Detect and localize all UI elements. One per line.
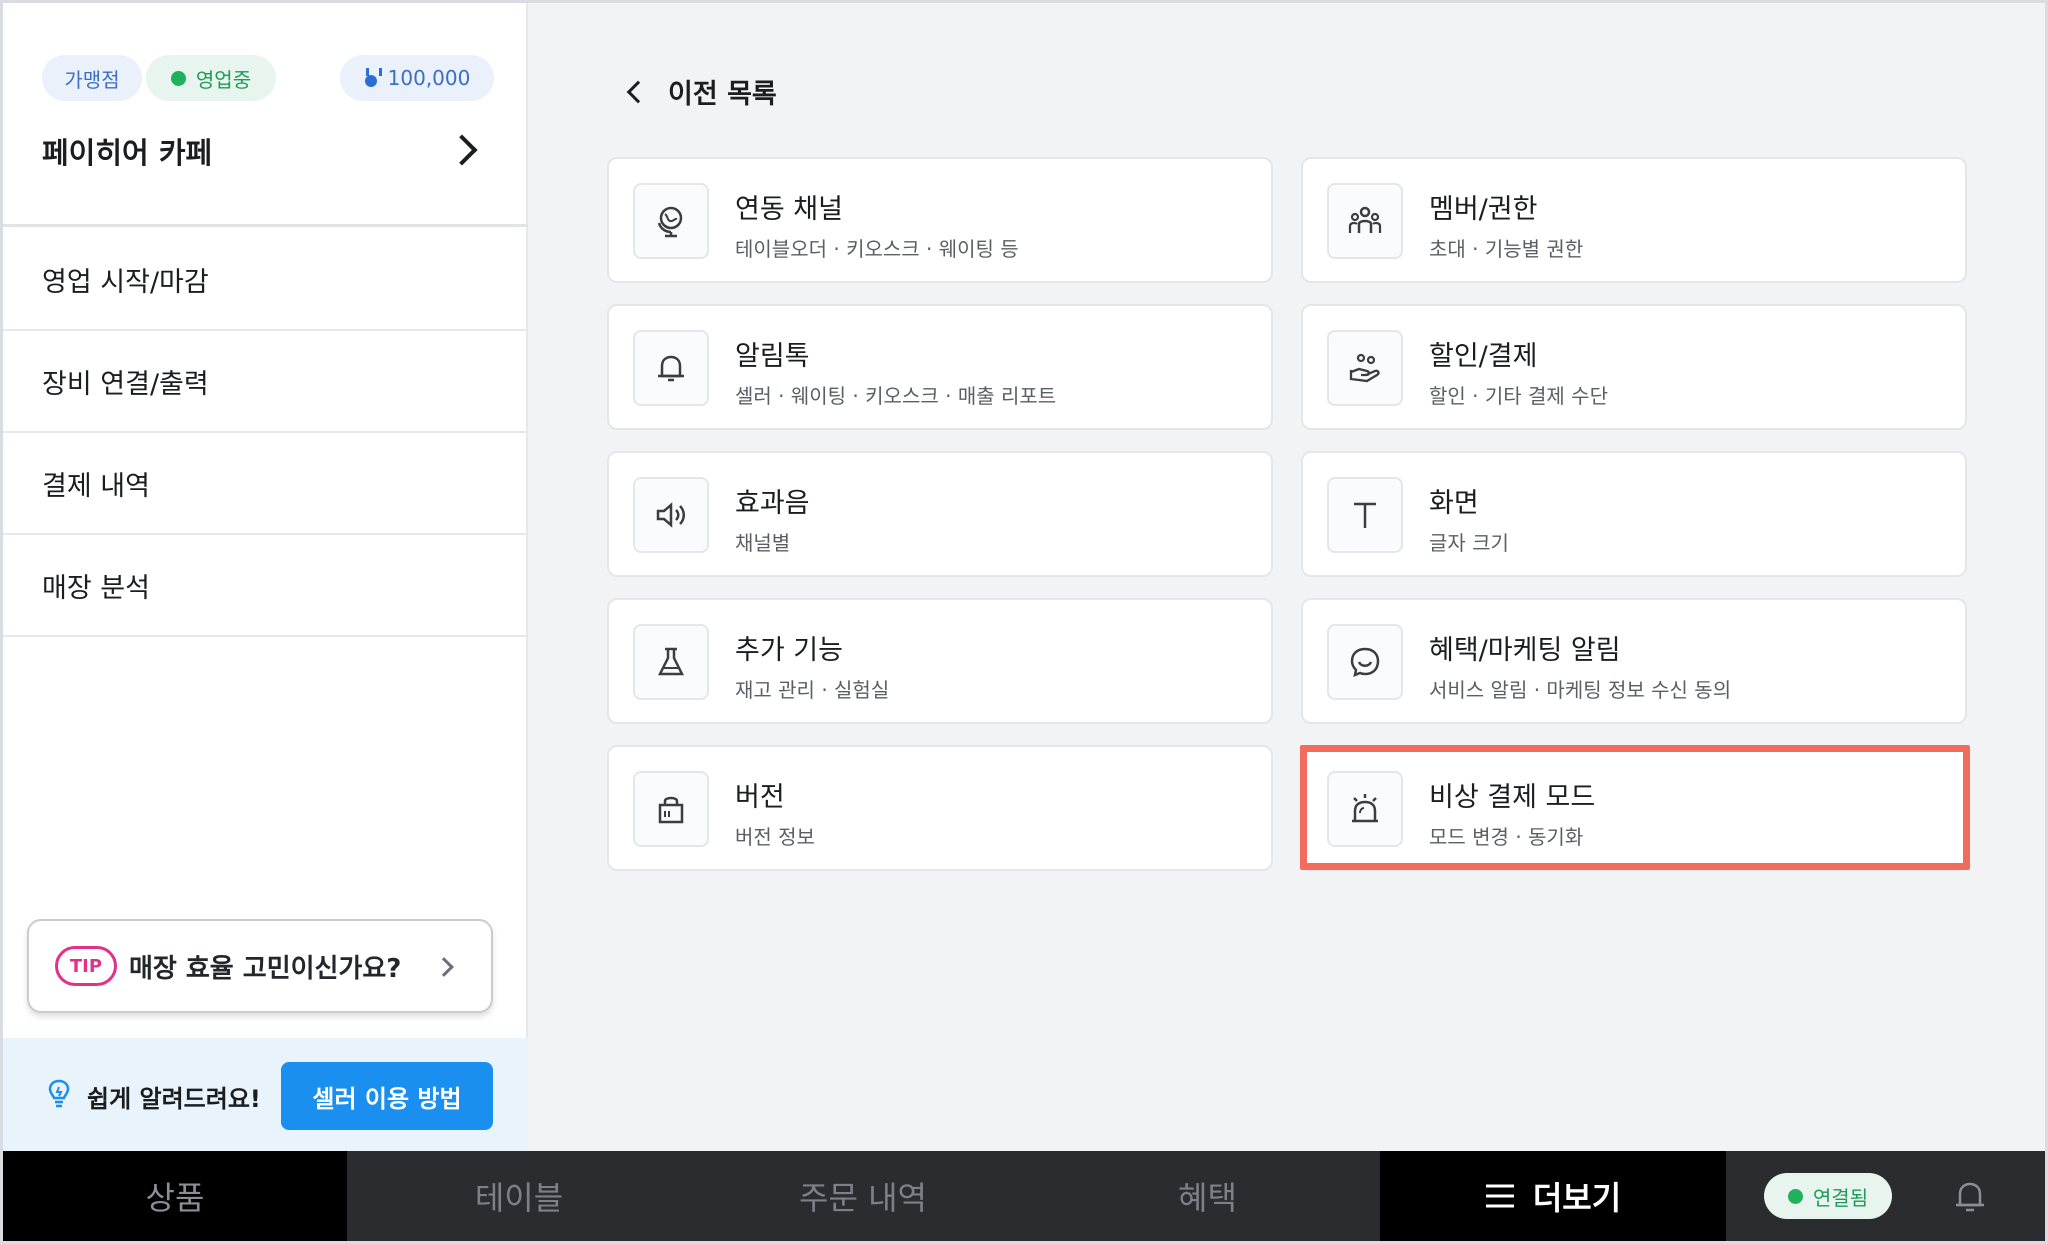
- bottom-nav: 상품 테이블 주문 내역 혜택 더보기 연결됨: [3, 1151, 2045, 1241]
- chat-smile-icon: [1327, 624, 1403, 700]
- chevron-left-icon: [626, 80, 650, 103]
- tab-benefits[interactable]: 혜택: [1035, 1151, 1380, 1241]
- card-subtitle: 모드 변경 · 동기화: [1429, 825, 1584, 849]
- card-subtitle: 셀러 · 웨이팅 · 키오스크 · 매출 리포트: [735, 384, 1057, 408]
- status-badge: 영업중: [146, 55, 276, 101]
- card-subtitle: 채널별: [735, 531, 791, 555]
- members-icon: [1327, 183, 1403, 259]
- menu-icon: [1485, 1184, 1514, 1208]
- card-version[interactable]: 버전 버전 정보: [607, 745, 1273, 871]
- bell-icon[interactable]: [1952, 1177, 1988, 1215]
- card-marketing-notifications[interactable]: 혜택/마케팅 알림 서비스 알림 · 마케팅 정보 수신 동의: [1301, 598, 1967, 724]
- status-dot-icon: [170, 70, 186, 86]
- help-text: 쉽게 알려드려요!: [87, 1085, 261, 1113]
- card-title: 혜택/마케팅 알림: [1429, 635, 1621, 666]
- globe-icon: [633, 183, 709, 259]
- card-extra-features[interactable]: 추가 기능 재고 관리 · 실험실: [607, 598, 1273, 724]
- tab-products[interactable]: 상품: [3, 1151, 347, 1241]
- card-linked-channels[interactable]: 연동 채널 테이블오더 · 키오스크 · 웨이팅 등: [607, 157, 1273, 283]
- chevron-right-icon[interactable]: [446, 134, 478, 166]
- franchise-badge: 가맹점: [42, 55, 142, 101]
- card-title: 비상 결제 모드: [1429, 782, 1596, 813]
- points-value: 100,000: [387, 66, 471, 90]
- tip-text: 매장 효율 고민이신가요?: [129, 953, 402, 984]
- bell-icon: [633, 330, 709, 406]
- card-subtitle: 할인 · 기타 결제 수단: [1429, 384, 1608, 408]
- card-subtitle: 서비스 알림 · 마케팅 정보 수신 동의: [1429, 678, 1732, 702]
- flask-icon: [633, 624, 709, 700]
- speaker-icon: [633, 477, 709, 553]
- chevron-right-icon: [434, 957, 454, 977]
- card-members-permissions[interactable]: 멤버/권한 초대 · 기능별 권한: [1301, 157, 1967, 283]
- store-header[interactable]: 가맹점 영업중 100,000 페이히어 카페: [3, 3, 528, 227]
- medal-icon: [364, 68, 382, 88]
- card-emergency-payment-mode[interactable]: 비상 결제 모드 모드 변경 · 동기화: [1301, 745, 1967, 871]
- text-size-icon: [1327, 477, 1403, 553]
- back-link[interactable]: 이전 목록: [626, 72, 777, 111]
- card-title: 추가 기능: [735, 635, 843, 666]
- card-subtitle: 버전 정보: [735, 825, 815, 849]
- points-badge[interactable]: 100,000: [340, 55, 494, 101]
- tip-badge: TIP: [55, 946, 117, 986]
- tab-tables[interactable]: 테이블: [347, 1151, 691, 1241]
- tab-orders[interactable]: 주문 내역: [691, 1151, 1035, 1241]
- discount-hand-icon: [1327, 330, 1403, 406]
- card-subtitle: 글자 크기: [1429, 531, 1509, 555]
- nav-status-area: 연결됨: [1726, 1151, 2045, 1241]
- card-discount-payment[interactable]: 할인/결제 할인 · 기타 결제 수단: [1301, 304, 1967, 430]
- card-subtitle: 초대 · 기능별 권한: [1429, 237, 1584, 261]
- siren-icon: [1327, 771, 1403, 847]
- store-name[interactable]: 페이히어 카페: [42, 130, 212, 172]
- card-subtitle: 테이블오더 · 키오스크 · 웨이팅 등: [735, 237, 1019, 261]
- tab-more[interactable]: 더보기: [1380, 1151, 1726, 1241]
- card-display[interactable]: 화면 글자 크기: [1301, 451, 1967, 577]
- help-bar: 쉽게 알려드려요! 셀러 이용 방법: [3, 1038, 528, 1151]
- card-title: 화면: [1429, 488, 1479, 519]
- status-dot-icon: [1787, 1188, 1803, 1204]
- card-alimtalk[interactable]: 알림톡 셀러 · 웨이팅 · 키오스크 · 매출 리포트: [607, 304, 1273, 430]
- card-subtitle: 재고 관리 · 실험실: [735, 678, 890, 702]
- card-title: 연동 채널: [735, 194, 843, 225]
- card-title: 멤버/권한: [1429, 194, 1538, 225]
- lightbulb-icon: [48, 1079, 70, 1108]
- card-sound-effects[interactable]: 효과음 채널별: [607, 451, 1273, 577]
- back-label: 이전 목록: [668, 79, 777, 110]
- seller-guide-button[interactable]: 셀러 이용 방법: [281, 1062, 493, 1130]
- sidebar-item-store-analytics[interactable]: 매장 분석: [3, 535, 528, 637]
- card-title: 효과음: [735, 488, 810, 519]
- card-title: 알림톡: [735, 341, 810, 372]
- sidebar-item-devices[interactable]: 장비 연결/출력: [3, 331, 528, 433]
- sidebar: 가맹점 영업중 100,000 페이히어 카페 영업 시작/마감 장비 연결/출…: [3, 3, 528, 1151]
- connection-badge: 연결됨: [1764, 1173, 1892, 1219]
- sidebar-item-business-hours[interactable]: 영업 시작/마감: [3, 229, 528, 331]
- card-title: 버전: [735, 782, 785, 813]
- tip-banner[interactable]: TIP 매장 효율 고민이신가요?: [27, 919, 493, 1013]
- card-title: 할인/결제: [1429, 341, 1538, 372]
- sidebar-item-payment-history[interactable]: 결제 내역: [3, 433, 528, 535]
- lock-bag-icon: [633, 771, 709, 847]
